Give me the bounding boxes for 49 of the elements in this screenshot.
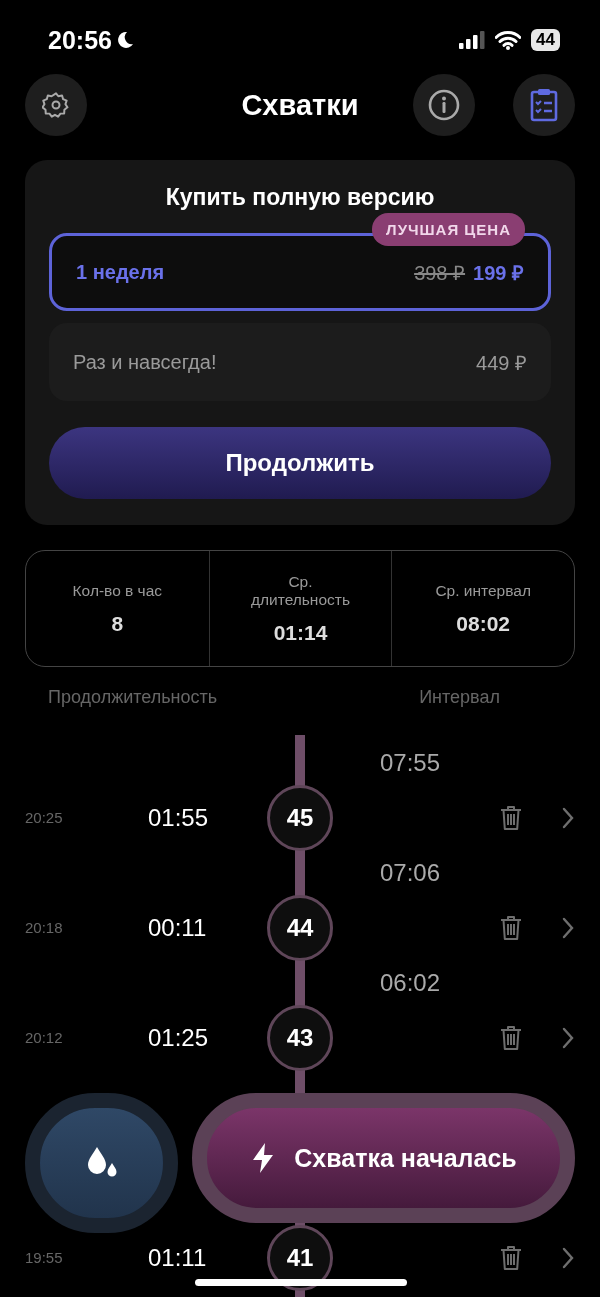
interval-time: 07:06 <box>380 858 441 887</box>
plan-option[interactable]: Раз и навсегда! 449 ₽ <box>49 323 551 401</box>
card-title: Купить полную версию <box>164 184 436 211</box>
settings-icon <box>42 91 70 119</box>
column-header: Продолжительность <box>48 686 218 708</box>
plan-price: 199 ₽ <box>473 260 524 286</box>
duration-time: 00:11 <box>148 913 207 942</box>
duration-time: 01:55 <box>148 803 209 832</box>
plan-price: 449 ₽ <box>476 350 527 376</box>
start-time: 19:55 <box>25 1249 64 1266</box>
status-time: 20:56 <box>48 25 112 55</box>
start-time: 20:25 <box>25 809 64 826</box>
screen-title: Схватки <box>241 88 359 122</box>
trash-icon[interactable] <box>500 914 522 941</box>
stat-value: 01:14 <box>273 620 328 645</box>
stat-label: Кол-во в час <box>72 581 163 600</box>
battery-indicator: 44 <box>531 29 560 51</box>
column-header: Интервал <box>419 686 500 708</box>
plan-label: Раз и навсегда! <box>73 350 217 374</box>
interval-time: 06:02 <box>380 968 441 997</box>
duration-time: 01:25 <box>148 1023 209 1052</box>
checklist-icon <box>529 88 559 122</box>
trash-icon[interactable] <box>500 1024 522 1051</box>
stat-label: Ср. интервал <box>435 581 531 600</box>
stat-value: 8 <box>111 611 124 636</box>
wifi-icon <box>495 30 522 50</box>
duration-time: 01:11 <box>148 1243 207 1272</box>
trash-icon[interactable] <box>500 1244 522 1271</box>
chevron-right-icon[interactable] <box>562 916 574 939</box>
chevron-right-icon[interactable] <box>562 1246 574 1269</box>
stat-label: Ср. длительность <box>249 572 351 609</box>
old-price: 398 ₽ <box>414 260 466 286</box>
trash-icon[interactable] <box>500 804 522 831</box>
contraction-start-button[interactable]: Схватка началась <box>192 1093 575 1223</box>
continue-button[interactable]: Продолжить <box>49 427 551 499</box>
contraction-number: 44 <box>267 895 333 961</box>
signal-icon <box>459 31 486 49</box>
stat-value: 08:02 <box>456 611 510 636</box>
contraction-number: 43 <box>267 1005 333 1071</box>
moon-icon <box>115 31 134 49</box>
info-icon <box>428 89 460 121</box>
plan-label: 1 неделя <box>76 260 165 284</box>
best-price-badge: ЛУЧШАЯ ЦЕНА <box>372 213 525 246</box>
chevron-right-icon[interactable] <box>562 806 574 829</box>
chevron-right-icon[interactable] <box>562 1026 574 1049</box>
start-time: 20:12 <box>25 1029 64 1046</box>
contraction-number: 45 <box>267 785 333 851</box>
start-time: 20:18 <box>25 919 64 936</box>
interval-time: 07:55 <box>380 748 441 777</box>
